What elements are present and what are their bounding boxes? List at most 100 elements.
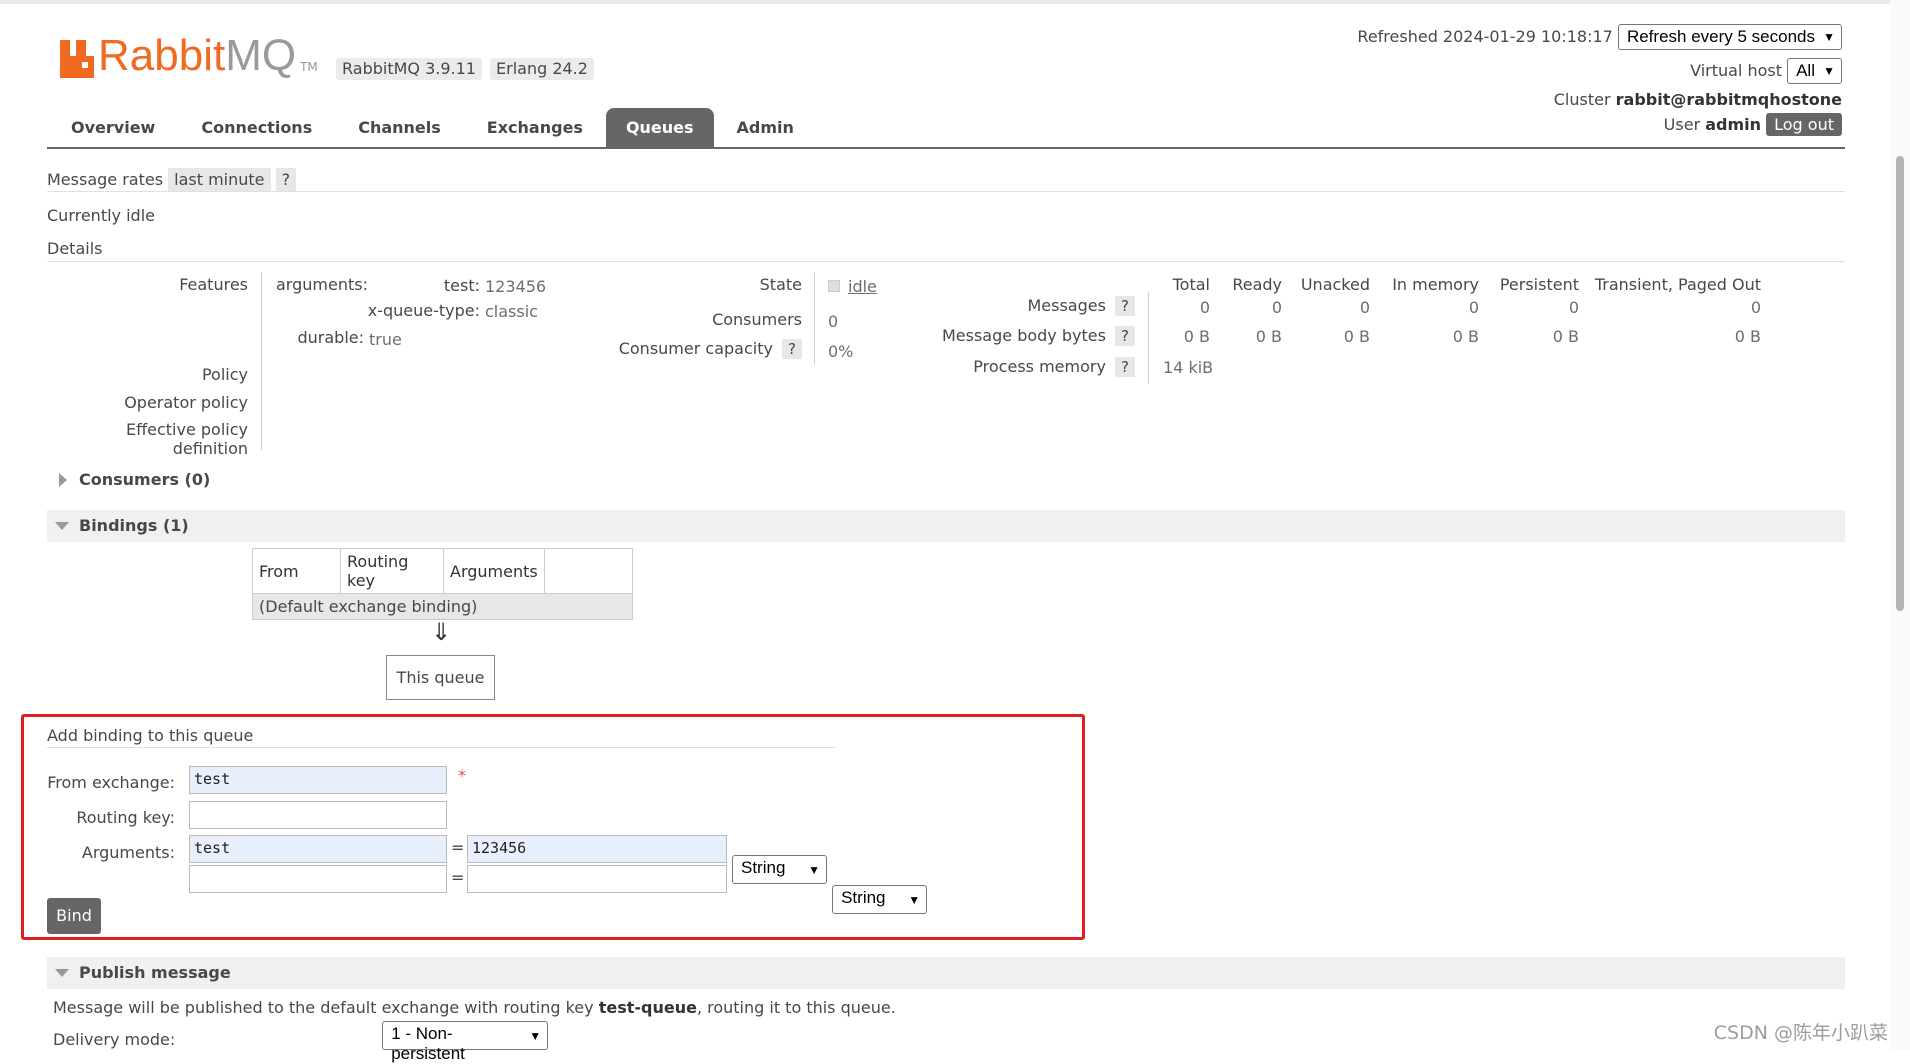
rates-help-button[interactable]: ? — [275, 168, 297, 191]
tab-connections[interactable]: Connections — [178, 108, 335, 148]
stats-body-bytes-row-label: Message body bytes ? — [900, 326, 1135, 346]
chevron-down-icon: ▼ — [808, 862, 820, 877]
effective-policy-label: Effective policy definition — [126, 420, 248, 458]
col-in-memory: In memory — [1392, 275, 1479, 294]
message-rates-row: Message rates last minute ? — [47, 168, 297, 191]
stats-messages-label: Messages — [1027, 296, 1106, 315]
tab-admin[interactable]: Admin — [714, 108, 817, 148]
from-exchange-input[interactable]: test — [189, 766, 447, 794]
bindings-col-routing-key: Routing key — [340, 548, 444, 594]
state-value: idle — [848, 277, 877, 296]
bindings-section-title: Bindings (1) — [79, 516, 189, 535]
bytes-persistent: 0 B — [1552, 327, 1579, 346]
refresh-interval-select[interactable]: Refresh every 5 seconds ▼ — [1617, 24, 1842, 50]
chevron-down-icon: ▼ — [908, 892, 921, 907]
publish-section-title: Publish message — [79, 963, 231, 982]
publish-note-prefix: Message will be published to the default… — [53, 998, 599, 1017]
publish-section-header[interactable]: Publish message — [47, 957, 1845, 989]
messages-total: 0 — [1199, 298, 1210, 317]
argument-key-input-2[interactable] — [189, 865, 447, 893]
bindings-table-wrap: From Routing key Arguments (Default exch… — [252, 548, 633, 620]
stats-process-memory-label: Process memory — [973, 357, 1106, 376]
idle-status-icon — [828, 280, 840, 292]
argument-value-input-2[interactable] — [467, 865, 727, 893]
durable-value: true — [369, 330, 402, 349]
bindings-table: From Routing key Arguments (Default exch… — [252, 548, 633, 620]
tab-channels[interactable]: Channels — [335, 108, 464, 148]
equals-sign: = — [451, 868, 465, 887]
col-total: Total — [1172, 275, 1210, 294]
consumer-capacity-help[interactable]: ? — [782, 339, 802, 359]
rabbit-logo-icon — [60, 38, 94, 78]
consumers-section-title: Consumers (0) — [79, 470, 211, 489]
col-persistent: Persistent — [1499, 275, 1579, 294]
vhost-select[interactable]: All ▼ — [1787, 58, 1842, 84]
delivery-mode-select[interactable]: 1 - Non-persistent ▼ — [382, 1021, 549, 1063]
routing-key-input[interactable] — [189, 801, 447, 829]
stats-messages-row-label: Messages ? — [930, 296, 1135, 316]
scrollbar-thumb[interactable] — [1896, 156, 1904, 611]
bytes-transient: 0 B — [1734, 327, 1761, 346]
arguments-label: Arguments: — [81, 843, 175, 862]
cluster-label: Cluster — [1553, 90, 1611, 109]
tab-overview[interactable]: Overview — [48, 108, 178, 148]
tab-exchanges[interactable]: Exchanges — [464, 108, 606, 148]
version-badge: RabbitMQ 3.9.11 — [336, 58, 482, 80]
rabbitmq-logo[interactable]: Rabbit MQ TM — [60, 30, 318, 78]
cluster-row: Cluster rabbit@rabbitmqhostone — [1554, 90, 1842, 109]
consumer-capacity-label: Consumer capacity — [618, 339, 773, 358]
add-binding-title: Add binding to this queue — [47, 726, 254, 745]
divider — [47, 261, 1845, 262]
from-exchange-label: From exchange: — [47, 773, 175, 792]
bindings-col-actions — [543, 548, 633, 594]
messages-persistent: 0 — [1568, 298, 1579, 317]
stats-separator — [1148, 292, 1149, 384]
arg-test-key: test: — [443, 276, 480, 295]
col-ready: Ready — [1232, 275, 1282, 294]
policy-label: Policy — [201, 365, 248, 384]
col-transient-paged-out: Transient, Paged Out — [1594, 275, 1761, 294]
messages-in-memory: 0 — [1468, 298, 1479, 317]
stats-process-memory-help[interactable]: ? — [1115, 357, 1135, 377]
tab-queues[interactable]: Queues — [605, 108, 714, 148]
durable-key: durable: — [297, 328, 364, 347]
cluster-name: rabbit@rabbitmqhostone — [1615, 90, 1842, 109]
vhost-row: Virtual host All ▼ — [1690, 58, 1842, 84]
delivery-mode-label: Delivery mode: — [53, 1030, 176, 1049]
chevron-down-icon: ▼ — [1823, 30, 1835, 44]
bindings-section-header[interactable]: Bindings (1) — [47, 510, 1845, 542]
consumer-capacity-row: Consumer capacity ? — [560, 339, 802, 359]
argument-type-select-1[interactable]: String ▼ — [732, 855, 827, 884]
tab-underline — [47, 147, 1845, 149]
user-name: admin — [1705, 115, 1762, 134]
equals-sign: = — [451, 838, 465, 857]
col-unacked: Unacked — [1300, 275, 1370, 294]
refresh-row: Refreshed 2024-01-29 10:18:17 Refresh ev… — [1357, 24, 1842, 50]
publish-note-suffix: , routing it to this queue. — [696, 998, 896, 1017]
stats-body-bytes-help[interactable]: ? — [1115, 326, 1135, 346]
divider — [47, 191, 1845, 192]
publish-note-routing-key: test-queue — [598, 998, 697, 1017]
user-label: User — [1663, 115, 1701, 134]
arguments-label: arguments: — [276, 275, 368, 294]
routing-key-label: Routing key: — [76, 808, 175, 827]
details-separator — [261, 272, 262, 450]
stats-messages-help[interactable]: ? — [1115, 296, 1135, 316]
arg-queue-type-value: classic — [485, 302, 538, 321]
rates-status: Currently idle — [47, 206, 155, 225]
rates-period-button[interactable]: last minute — [168, 168, 271, 191]
argument-key-input-1[interactable]: test — [189, 835, 447, 863]
bytes-total: 0 B — [1183, 327, 1210, 346]
bytes-ready: 0 B — [1255, 327, 1282, 346]
down-arrow-icon: ⇓ — [431, 618, 452, 646]
publish-note: Message will be published to the default… — [53, 998, 896, 1017]
argument-value-input-1[interactable]: 123456 — [467, 835, 727, 863]
logout-button[interactable]: Log out — [1766, 113, 1842, 136]
details-title: Details — [47, 239, 103, 258]
messages-ready: 0 — [1271, 298, 1282, 317]
bind-button[interactable]: Bind — [47, 898, 101, 934]
consumers-section-header[interactable]: Consumers (0) — [47, 464, 1845, 496]
argument-type-select-2[interactable]: String ▼ — [832, 885, 928, 914]
collapse-arrow-icon — [55, 522, 69, 530]
expand-arrow-icon — [59, 473, 67, 487]
